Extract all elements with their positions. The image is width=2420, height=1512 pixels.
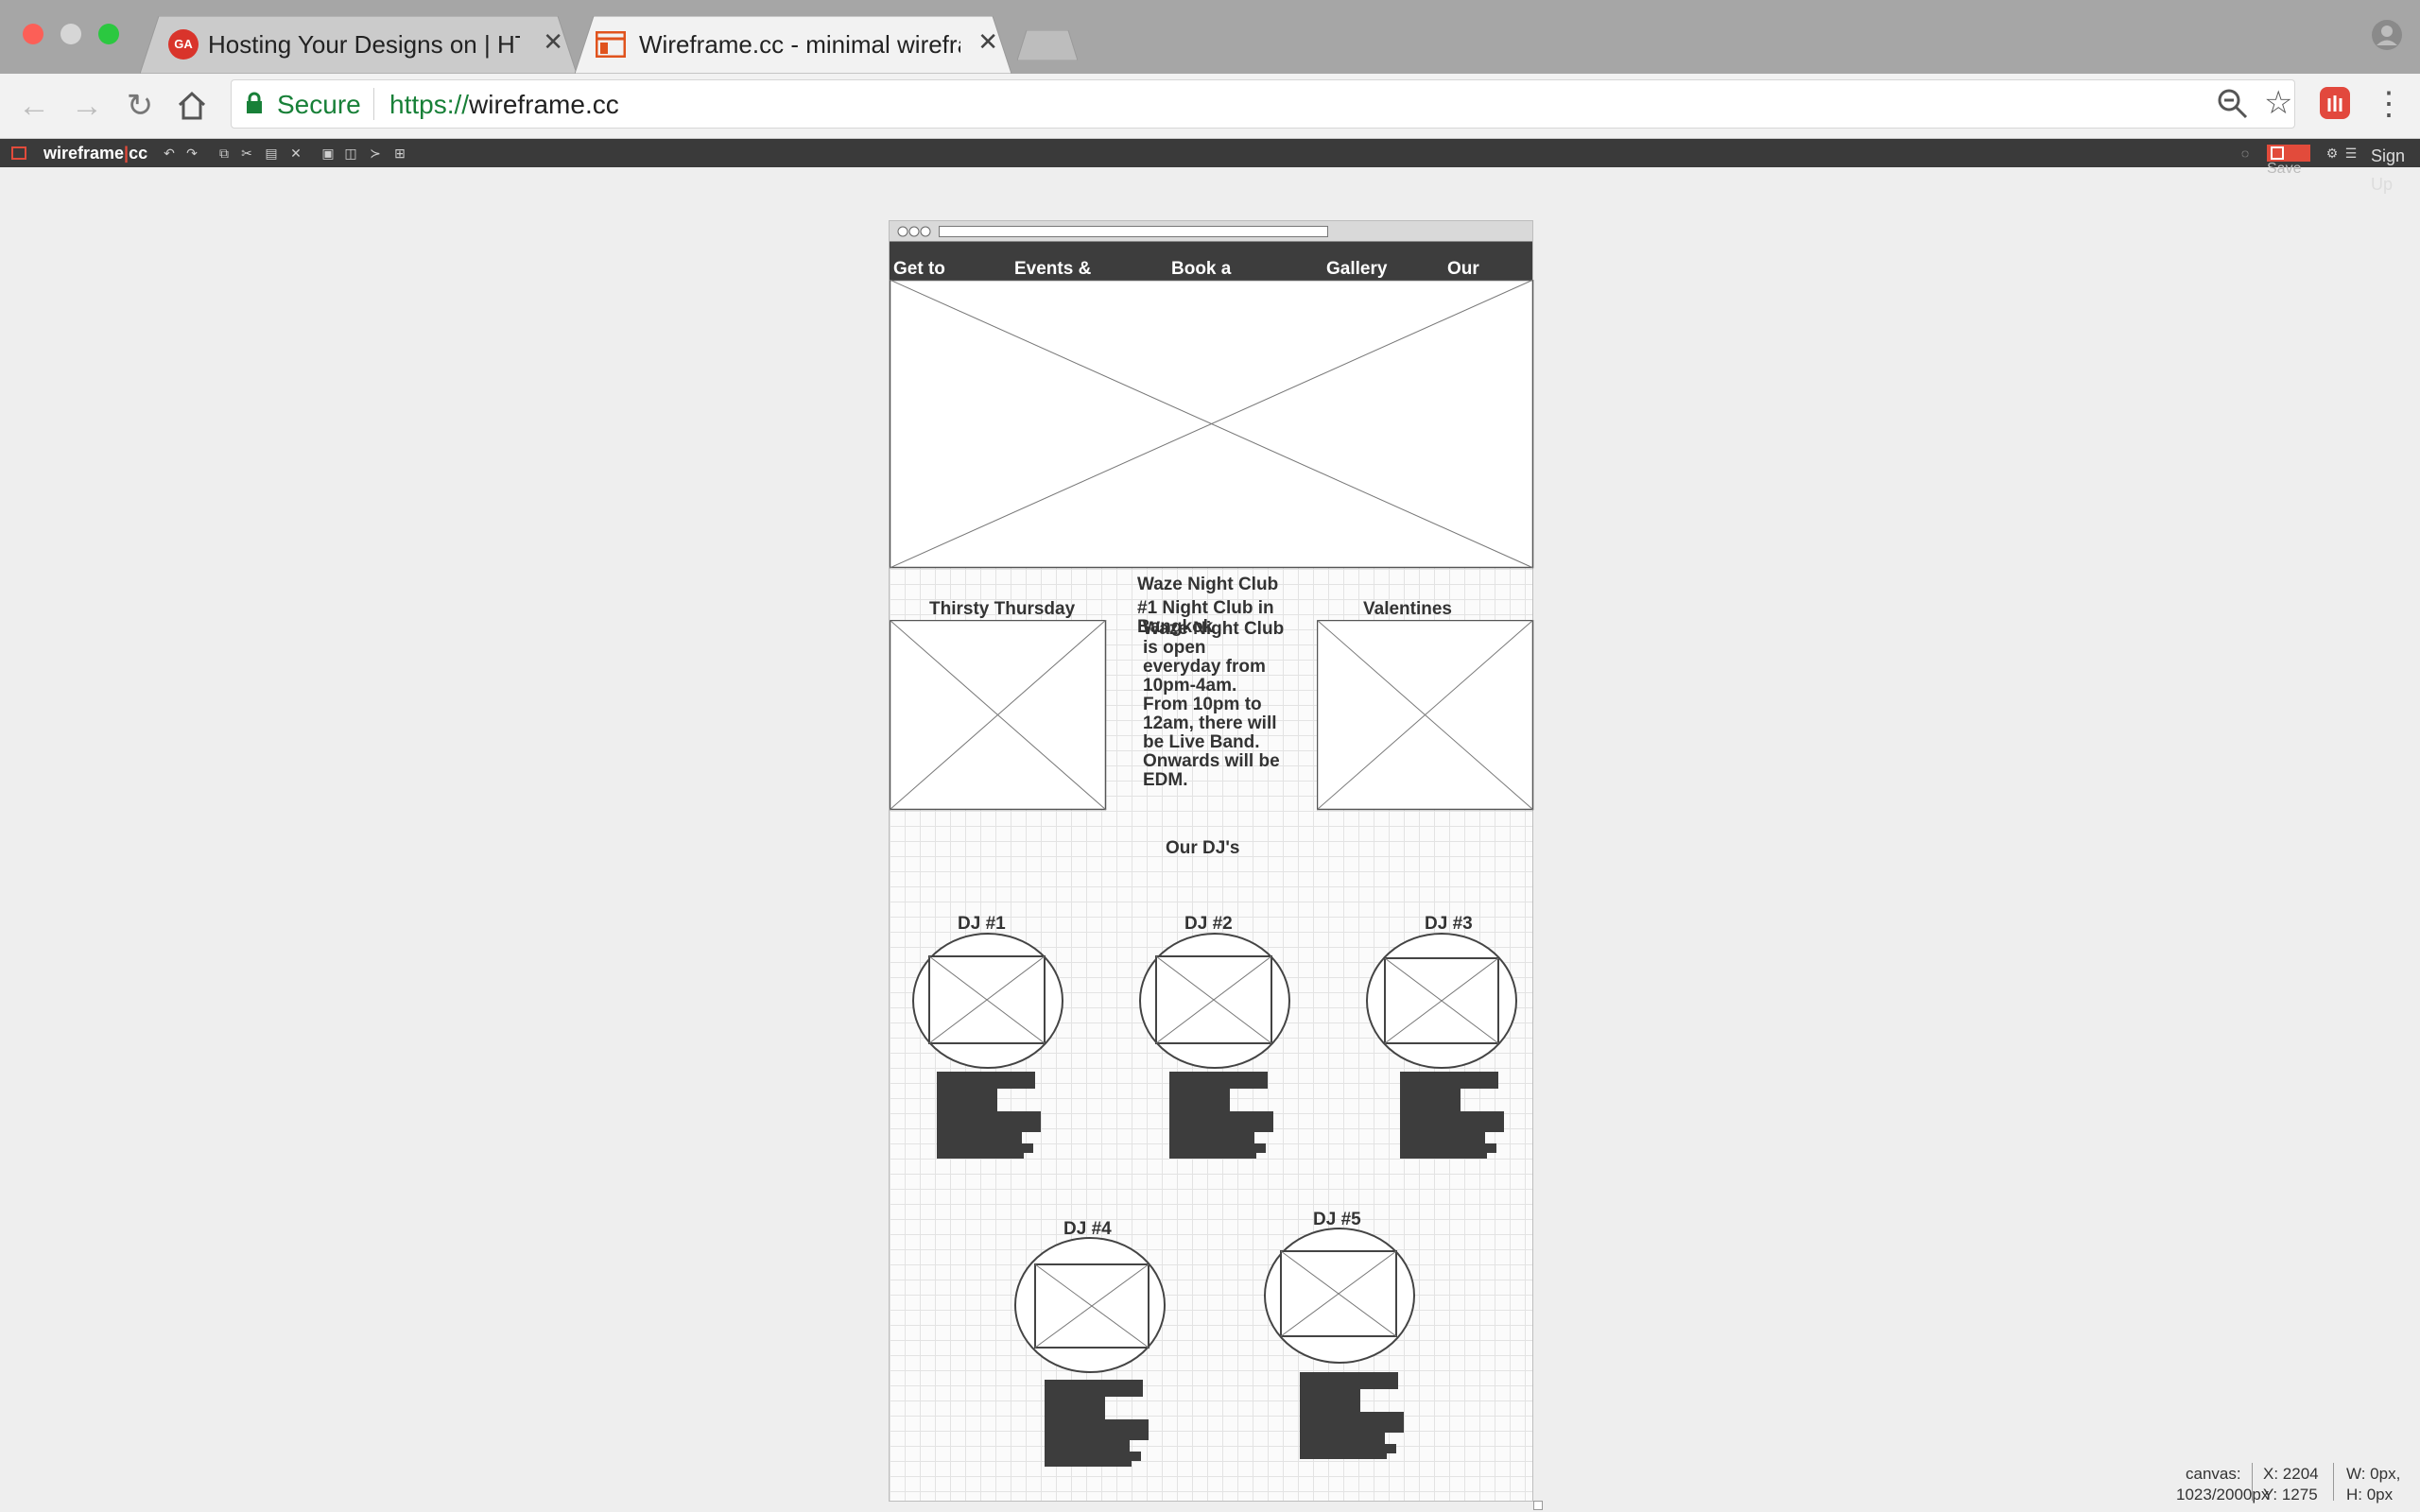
wf-dj-avatar-placeholder <box>1264 1228 1415 1364</box>
save-label: Save <box>2267 161 2302 177</box>
tab-wireframe[interactable]: Wireframe.cc - minimal wirefra ✕ <box>575 16 1011 74</box>
home-icon[interactable] <box>176 90 208 122</box>
align-icon[interactable]: ≻ <box>369 146 382 160</box>
new-tab-button[interactable] <box>1017 30 1078 60</box>
close-window-button[interactable] <box>23 24 43 44</box>
status-divider <box>2333 1463 2334 1501</box>
back-arrow-icon[interactable]: ← <box>15 87 53 125</box>
minimize-window-button[interactable] <box>60 24 81 44</box>
wf-nav-item: Events & <box>1014 259 1092 279</box>
close-tab-icon[interactable]: ✕ <box>543 27 563 57</box>
wf-dj-text-block <box>1300 1372 1404 1459</box>
wf-dj-text-block <box>1045 1380 1149 1467</box>
delete-icon[interactable]: ✕ <box>289 146 302 160</box>
logo-cc: cc <box>129 144 148 163</box>
close-tab-icon[interactable]: ✕ <box>977 27 998 57</box>
wf-dj-avatar-placeholder <box>912 933 1063 1069</box>
group-icon[interactable]: ◫ <box>344 146 357 160</box>
wf-event-right-image-placeholder <box>1317 620 1534 811</box>
tab-hosting[interactable]: GA Hosting Your Designs on | HTM ✕ <box>140 16 577 74</box>
divider <box>373 88 374 120</box>
menu-dots-icon[interactable]: ⋮ <box>2373 85 2405 123</box>
arrange-icon[interactable]: ⊞ <box>393 146 406 160</box>
maximize-window-button[interactable] <box>98 24 119 44</box>
paste-icon[interactable]: ▤ <box>265 146 278 160</box>
comment-icon[interactable]: ◌ <box>2238 146 2252 160</box>
copy-icon[interactable]: ⧉ <box>217 146 231 160</box>
status-divider <box>2252 1463 2253 1501</box>
save-button[interactable] <box>2267 145 2310 162</box>
canvas-label: canvas: <box>2186 1465 2241 1483</box>
reload-icon[interactable]: ↻ <box>121 87 159 125</box>
app-logo-text: wireframe|cc <box>43 144 148 163</box>
canvas-resize-handle[interactable] <box>1533 1501 1543 1510</box>
forward-arrow-icon[interactable]: → <box>68 87 106 125</box>
wf-dj-text-block <box>937 1072 1041 1159</box>
wf-nav-item: Get to <box>893 259 945 279</box>
settings-icon[interactable]: ⚙ <box>2325 146 2339 160</box>
ga-favicon-icon: GA <box>168 29 199 60</box>
url-scheme: https:// <box>389 90 470 119</box>
wireframe-canvas[interactable]: Get to Events & Book a Gallery Our Waze … <box>889 220 1534 1502</box>
wf-dj-text-block <box>1169 1072 1273 1159</box>
wf-nav-item: Gallery <box>1326 259 1388 279</box>
wf-address-bar <box>939 226 1328 237</box>
wf-dj-avatar-placeholder <box>1139 933 1290 1069</box>
signup-link[interactable]: Sign Up <box>2371 142 2405 198</box>
save-icon <box>2271 146 2284 160</box>
wf-event-left-label: Thirsty Thursday <box>929 599 1076 619</box>
secure-label: Secure <box>277 90 361 119</box>
hand-icon <box>2327 95 2342 112</box>
wf-dj-avatar-placeholder <box>1366 933 1517 1069</box>
wf-club-body: Waze Night Club is open everyday from 10… <box>1143 619 1285 790</box>
wf-event-left-image-placeholder <box>890 620 1107 811</box>
wf-djs-heading: Our DJ's <box>1166 838 1240 858</box>
cursor-x: X: 2204 <box>2263 1465 2319 1483</box>
extension-icon[interactable] <box>2320 87 2350 119</box>
cut-icon[interactable]: ✂ <box>240 146 253 160</box>
wf-nav-item: Our <box>1447 259 1479 279</box>
address-bar[interactable]: Secure https://wireframe.cc ☆ <box>231 79 2295 129</box>
redo-icon[interactable]: ↷ <box>185 146 199 160</box>
selection-width: W: 0px, <box>2346 1465 2401 1483</box>
lock-icon <box>247 92 262 113</box>
wf-dj-text-block <box>1400 1072 1504 1159</box>
wf-browser-frame <box>890 221 1532 242</box>
lock-icon[interactable]: ▣ <box>321 146 335 160</box>
url-host: wireframe.cc <box>469 90 619 119</box>
bookmark-star-icon[interactable]: ☆ <box>2264 84 2292 122</box>
wf-nav-item: Book a <box>1171 259 1232 279</box>
wf-club-title: Waze Night Club <box>1137 575 1279 594</box>
app-logo-icon <box>11 146 26 160</box>
logo-wireframe: wireframe <box>43 144 125 163</box>
canvas-size: 1023/2000px <box>2176 1486 2270 1503</box>
wf-window-buttons-icon <box>897 226 931 237</box>
tab-title: Hosting Your Designs on | HTM <box>208 30 520 59</box>
cursor-y: Y: 1275 <box>2263 1486 2318 1503</box>
wf-hero-image-placeholder <box>890 280 1534 569</box>
url-text[interactable]: https://wireframe.cc <box>389 90 619 120</box>
undo-icon[interactable]: ↶ <box>163 146 176 160</box>
wireframe-favicon-icon <box>596 31 626 58</box>
profile-icon[interactable] <box>2371 19 2403 51</box>
wf-dj-avatar-placeholder <box>1014 1237 1166 1373</box>
tab-title: Wireframe.cc - minimal wirefra <box>639 30 960 59</box>
zoom-icon[interactable] <box>2217 88 2249 120</box>
selection-height: H: 0px <box>2346 1486 2394 1503</box>
list-icon[interactable]: ☰ <box>2344 146 2358 160</box>
app-toolbar: wireframe|cc ↶ ↷ ⧉ ✂ ▤ ✕ ▣ ◫ ≻ ⊞ ◌ ⚙ ☰ <box>0 139 2420 167</box>
browser-tab-bar: GA Hosting Your Designs on | HTM ✕ Wiref… <box>0 0 2420 74</box>
wf-event-right-label: Valentines <box>1363 599 1452 619</box>
